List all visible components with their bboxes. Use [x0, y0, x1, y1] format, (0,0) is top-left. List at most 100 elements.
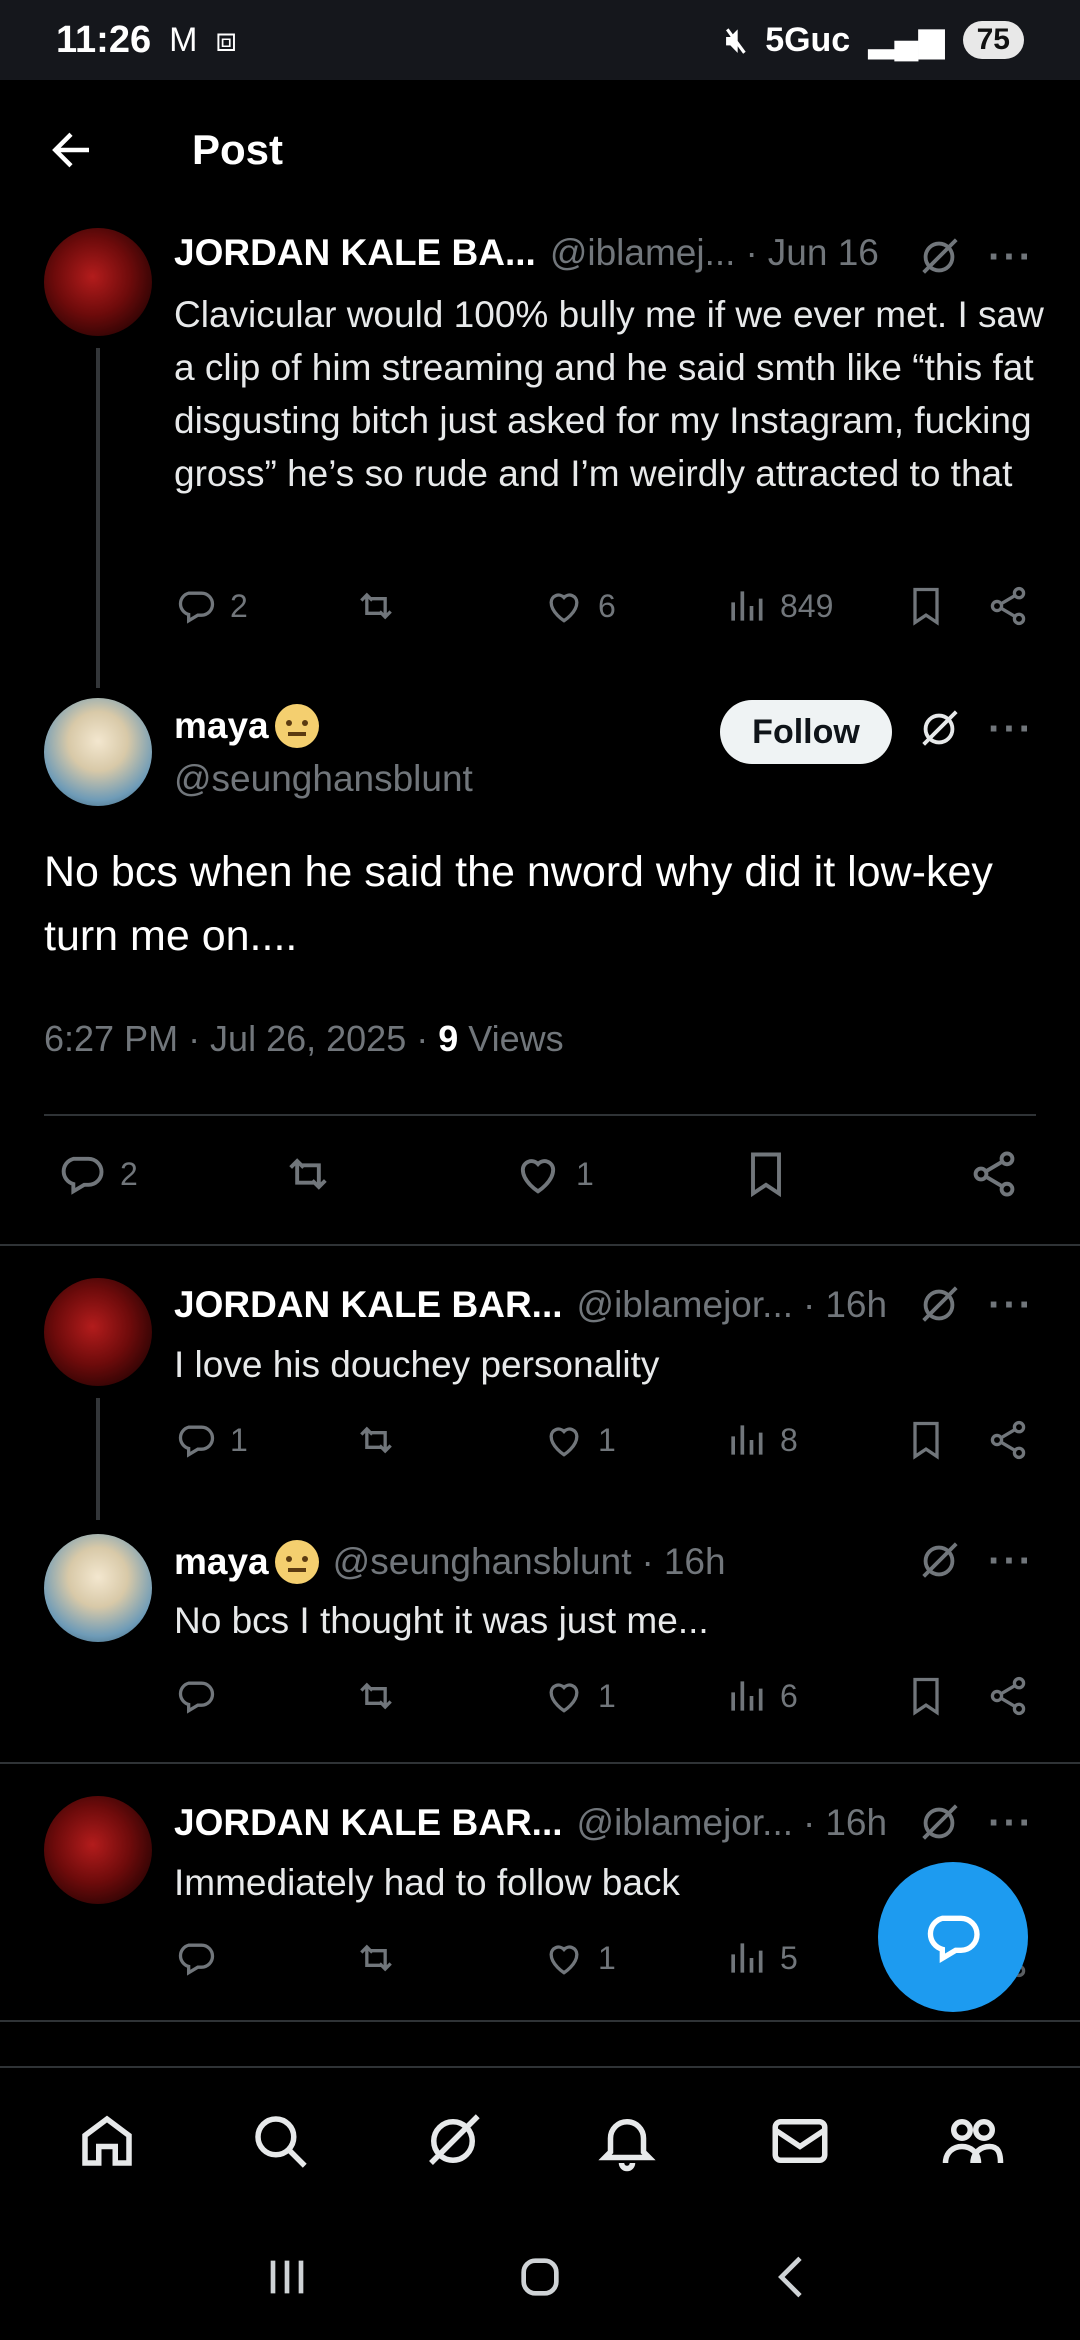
grok-icon[interactable] — [916, 1282, 962, 1328]
tweet-time[interactable]: 16h — [825, 1802, 887, 1844]
author-name[interactable]: JORDAN KALE BAR... — [174, 1284, 563, 1326]
share-button[interactable] — [968, 1148, 1020, 1200]
repost-button[interactable] — [354, 584, 398, 628]
reply-count: 2 — [230, 587, 248, 624]
share-icon — [973, 1151, 1015, 1197]
reply-actions: 1 1 8 — [174, 1418, 1044, 1478]
avatar[interactable] — [44, 1796, 152, 1904]
view-count: 5 — [780, 1939, 798, 1976]
reply-header-actions: ··· — [916, 1800, 1034, 1846]
avatar[interactable] — [44, 698, 152, 806]
repost-button[interactable] — [282, 1148, 334, 1200]
author-name[interactable]: maya — [174, 705, 269, 747]
more-icon[interactable]: ··· — [988, 1801, 1034, 1846]
bookmark-button[interactable] — [740, 1148, 792, 1200]
repost-button[interactable] — [354, 1936, 398, 1980]
reply-button[interactable]: 2 — [56, 1148, 138, 1200]
recent-apps-icon[interactable] — [259, 2249, 315, 2305]
author-handle[interactable]: @seunghansblunt — [333, 1541, 632, 1583]
gmail-icon: M — [169, 20, 198, 59]
share-icon — [990, 1676, 1026, 1716]
reply-text: No bcs I thought it was just me... — [174, 1600, 709, 1641]
back-icon[interactable] — [765, 2249, 821, 2305]
repost-icon — [360, 1682, 392, 1710]
share-icon — [990, 586, 1026, 626]
follow-button[interactable]: Follow — [720, 700, 892, 764]
reply-button[interactable]: 1 — [174, 1418, 248, 1462]
battery-badge: 75 — [962, 21, 1024, 59]
status-bar: 11:26 M ⧈ 🔇︎ 5Guc ▂▄▆ 75 — [0, 0, 1080, 80]
notifications-icon[interactable] — [594, 2108, 660, 2174]
share-button[interactable] — [986, 584, 1030, 628]
like-button[interactable]: 1 — [542, 1418, 616, 1462]
like-count: 6 — [598, 587, 616, 624]
reply-icon — [178, 1943, 215, 1976]
tweet-time[interactable]: Jun 16 — [768, 232, 879, 274]
more-icon[interactable]: ··· — [988, 235, 1034, 280]
screenshot-icon: ⧈ — [215, 20, 238, 59]
views-button[interactable]: 5 — [724, 1936, 798, 1980]
avatar[interactable] — [44, 228, 152, 336]
bookmark-button[interactable] — [904, 1674, 948, 1718]
more-icon[interactable]: ··· — [988, 1283, 1034, 1328]
author-handle[interactable]: @iblamej... — [550, 232, 736, 274]
thread-line — [96, 1398, 100, 1520]
bookmark-button[interactable] — [904, 584, 948, 628]
bookmark-button[interactable] — [904, 1418, 948, 1462]
reply-button[interactable]: 2 — [174, 584, 248, 628]
repost-button[interactable] — [354, 1418, 398, 1462]
compose-reply-button[interactable] — [878, 1862, 1028, 2012]
repost-button[interactable] — [354, 1674, 398, 1718]
views-count: 9 — [438, 1018, 459, 1059]
reply-button[interactable] — [174, 1674, 230, 1718]
communities-icon[interactable] — [940, 2108, 1006, 2174]
repost-icon — [360, 592, 392, 620]
share-button[interactable] — [986, 1674, 1030, 1718]
like-button[interactable]: 1 — [542, 1674, 616, 1718]
share-button[interactable] — [986, 1418, 1030, 1462]
view-count: 8 — [780, 1421, 798, 1458]
grok-icon[interactable] — [916, 706, 962, 752]
reply-button[interactable] — [174, 1936, 230, 1980]
home-button-icon[interactable] — [512, 2249, 568, 2305]
author-handle[interactable]: @iblamejor... — [577, 1802, 793, 1844]
repost-icon — [289, 1158, 327, 1190]
divider — [0, 1244, 1080, 1246]
search-icon[interactable] — [247, 2108, 313, 2174]
author-name[interactable]: JORDAN KALE BAR... — [174, 1802, 563, 1844]
main-actions: 2 1 — [44, 1148, 1044, 1212]
views-button[interactable]: 8 — [724, 1418, 798, 1462]
reply-header-actions: ··· — [916, 1282, 1034, 1328]
like-button[interactable]: 6 — [542, 584, 616, 628]
author-name[interactable]: JORDAN KALE BA... — [174, 232, 536, 274]
separator-dot: · — [803, 1284, 816, 1325]
divider — [0, 2020, 1080, 2022]
views-icon — [731, 1425, 763, 1455]
author-handle[interactable]: @iblamejor... — [577, 1284, 793, 1326]
avatar[interactable] — [44, 1278, 152, 1386]
thread-line — [96, 348, 100, 688]
main-author-handle: @seunghansblunt — [174, 758, 473, 800]
like-button[interactable]: 1 — [542, 1936, 616, 1980]
like-button[interactable]: 1 — [512, 1148, 594, 1200]
messages-icon[interactable] — [767, 2108, 833, 2174]
home-icon[interactable] — [74, 2108, 140, 2174]
more-icon[interactable]: ··· — [988, 707, 1034, 752]
like-count: 1 — [576, 1155, 594, 1192]
more-icon[interactable]: ··· — [988, 1539, 1034, 1584]
views-icon — [731, 1943, 763, 1973]
tweet-time[interactable]: 16h — [664, 1541, 726, 1583]
avatar[interactable] — [44, 1534, 152, 1642]
grok-icon[interactable] — [916, 234, 962, 280]
back-arrow-icon[interactable] — [44, 123, 98, 177]
bookmark-icon — [913, 1421, 939, 1460]
grok-icon[interactable] — [916, 1538, 962, 1584]
views-button[interactable]: 6 — [724, 1674, 798, 1718]
views-button[interactable]: 849 — [724, 584, 833, 628]
grok-icon[interactable] — [420, 2108, 486, 2174]
heart-icon — [549, 593, 579, 623]
author-handle[interactable]: @seunghansblunt — [174, 758, 473, 800]
author-name[interactable]: maya — [174, 1541, 269, 1583]
grok-icon[interactable] — [916, 1800, 962, 1846]
tweet-time[interactable]: 16h — [825, 1284, 887, 1326]
